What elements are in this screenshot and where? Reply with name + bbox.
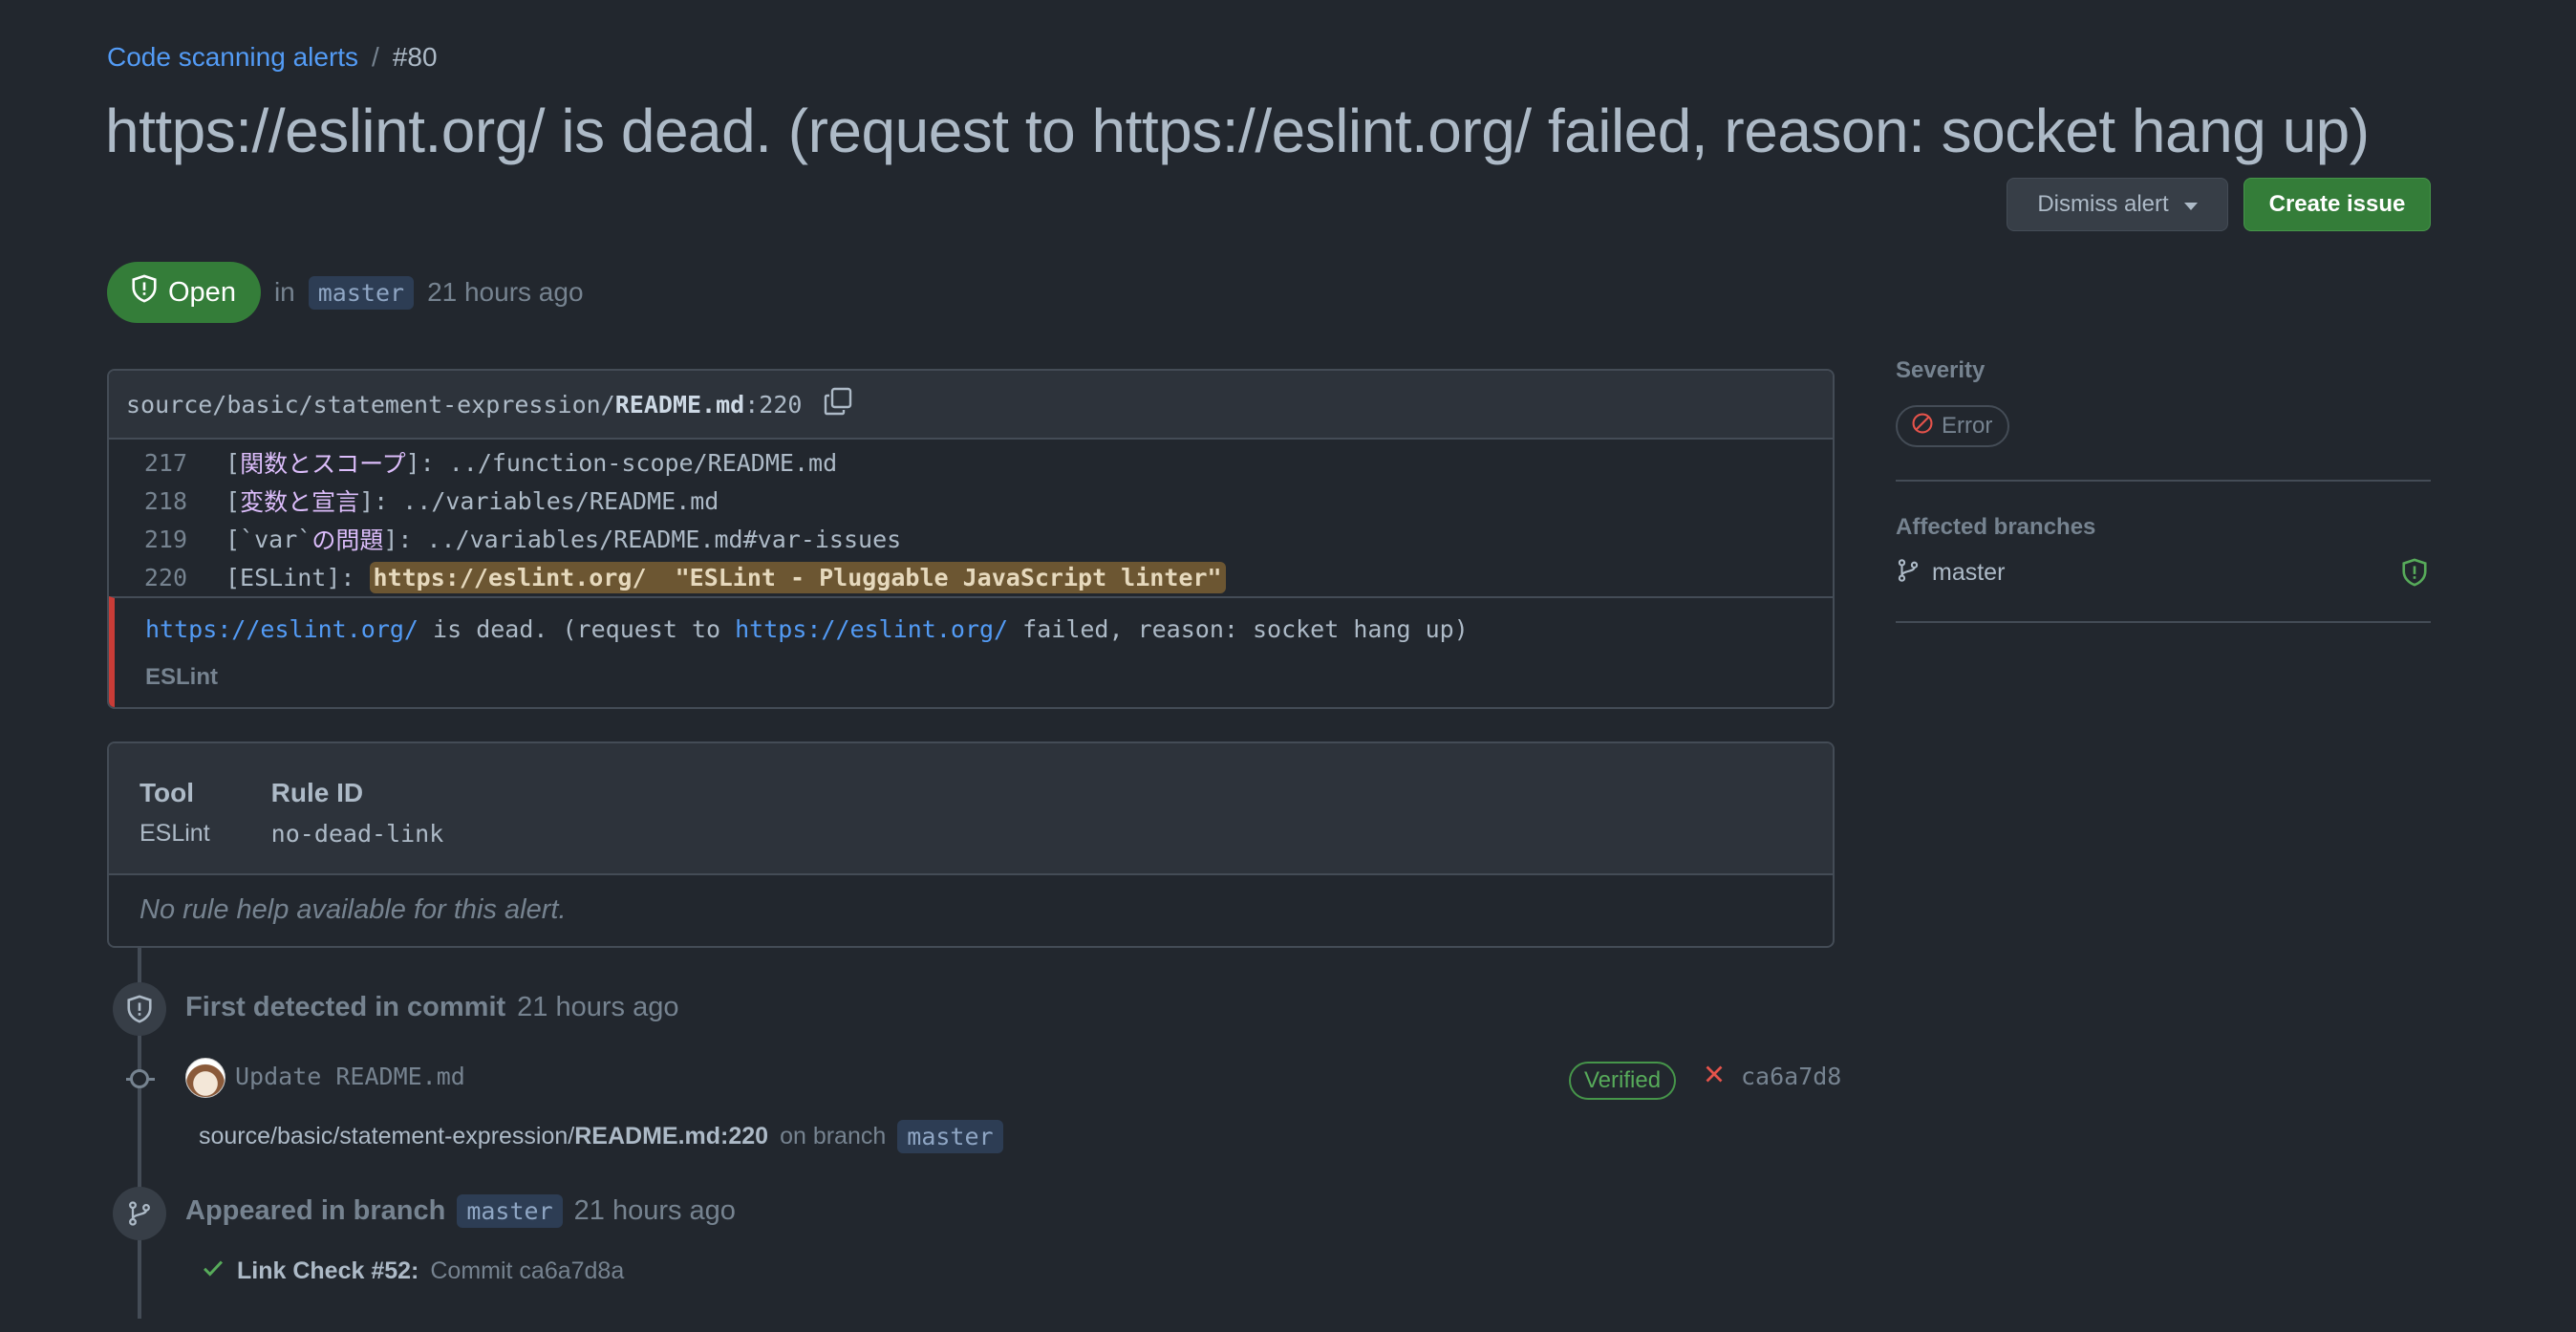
alert-text: is dead. (request to bbox=[418, 615, 736, 643]
shield-alert-icon bbox=[130, 274, 159, 311]
status-time: 21 hours ago bbox=[427, 277, 584, 307]
code-text: ]: ../function-scope/README.md bbox=[405, 448, 838, 477]
code-file-path[interactable]: source/basic/statement-expression/README… bbox=[126, 391, 802, 419]
shield-icon bbox=[113, 982, 166, 1036]
status-label: Open bbox=[168, 276, 236, 308]
affected-branches-label: Affected branches bbox=[1896, 514, 2096, 540]
appeared-in-branch-event: Appeared in branch master 21 hours ago bbox=[185, 1194, 736, 1228]
alert-link-2[interactable]: https://eslint.org/ bbox=[735, 615, 1008, 643]
location-path-file: README.md:220 bbox=[574, 1123, 769, 1149]
commit-status: ca6a7d8 bbox=[1703, 1063, 1841, 1090]
commit-message[interactable]: Update README.md bbox=[235, 1063, 465, 1090]
link-check-name[interactable]: Link Check #52: bbox=[237, 1257, 419, 1285]
commit-dot-icon bbox=[130, 1069, 149, 1088]
shield-alert-icon bbox=[2400, 558, 2429, 591]
breadcrumb: Code scanning alerts / #80 bbox=[107, 42, 438, 73]
breadcrumb-separator: / bbox=[372, 42, 379, 72]
line-number: 218 bbox=[143, 486, 187, 515]
affected-branch-item[interactable]: master bbox=[1896, 558, 2005, 588]
location-on-branch: on branch bbox=[780, 1123, 887, 1149]
affected-branch-name: master bbox=[1932, 559, 2006, 586]
rule-id-header: Rule ID bbox=[270, 778, 364, 807]
code-file-name: README.md bbox=[614, 390, 745, 419]
code-lines: 217 [関数とスコープ]: ../function-scope/README.… bbox=[109, 440, 1833, 596]
stop-icon bbox=[1911, 412, 1934, 441]
location-path-prefix: source/basic/statement-expression/ bbox=[199, 1123, 575, 1149]
code-file-path-prefix: source/basic/statement-expression/ bbox=[126, 390, 615, 419]
location-path[interactable]: source/basic/statement-expression/README… bbox=[199, 1123, 768, 1150]
line-number: 217 bbox=[143, 448, 187, 477]
rule-info-header: Tool ESLint Rule ID no-dead-link bbox=[109, 743, 1833, 875]
verified-badge[interactable]: Verified bbox=[1569, 1062, 1677, 1100]
tool-value: ESLint bbox=[140, 820, 210, 847]
severity-value: Error bbox=[1942, 413, 1993, 439]
line-number: 219 bbox=[143, 525, 187, 553]
avatar[interactable] bbox=[185, 1058, 225, 1098]
sidebar-divider bbox=[1896, 480, 2431, 482]
appeared-label: Appeared in branch bbox=[185, 1195, 446, 1226]
x-icon[interactable] bbox=[1703, 1063, 1726, 1090]
link-check-item: Link Check #52: Commit ca6a7d8a bbox=[201, 1256, 624, 1287]
code-file-header: source/basic/statement-expression/README… bbox=[109, 371, 1833, 440]
code-line-220: 220 [ESLint]: https://eslint.org/ "ESLin… bbox=[109, 558, 1833, 596]
line-number: 220 bbox=[143, 563, 187, 591]
code-text: [ESLint]: bbox=[225, 563, 370, 591]
rule-info-panel: Tool ESLint Rule ID no-dead-link No rule… bbox=[107, 741, 1835, 948]
code-line-217: 217 [関数とスコープ]: ../function-scope/README.… bbox=[109, 443, 1833, 482]
code-text: 関数とスコープ bbox=[240, 450, 406, 478]
status-in-text: in bbox=[273, 277, 295, 307]
breadcrumb-alert-number: #80 bbox=[392, 42, 438, 72]
appeared-branch-tag[interactable]: master bbox=[457, 1194, 563, 1228]
status-branch-tag[interactable]: master bbox=[308, 275, 415, 310]
alert-link-1[interactable]: https://eslint.org/ bbox=[145, 615, 419, 643]
link-check-detail: Commit ca6a7d8a bbox=[430, 1257, 625, 1284]
create-issue-button[interactable]: Create issue bbox=[2243, 178, 2431, 231]
appeared-time: 21 hours ago bbox=[573, 1195, 736, 1226]
commit-location: source/basic/statement-expression/README… bbox=[199, 1120, 1003, 1153]
highlighted-code: https://eslint.org/ "ESLint - Pluggable … bbox=[369, 561, 1226, 593]
dismiss-alert-button[interactable]: Dismiss alert bbox=[2007, 178, 2228, 231]
location-branch-tag[interactable]: master bbox=[897, 1120, 1003, 1153]
code-file-line: :220 bbox=[744, 390, 803, 419]
alert-tool-name: ESLint bbox=[145, 664, 218, 690]
code-snippet-panel: source/basic/statement-expression/README… bbox=[107, 369, 1835, 709]
code-text: 変数と宣言 bbox=[240, 488, 360, 516]
severity-label: Severity bbox=[1896, 357, 1986, 383]
tool-column: Tool ESLint bbox=[140, 778, 210, 873]
first-detected-event: First detected in commit 21 hours ago bbox=[185, 992, 678, 1023]
code-text: ]: ../variables/README.md#var-issues bbox=[383, 525, 902, 553]
severity-badge: Error bbox=[1896, 405, 2010, 447]
breadcrumb-code-scanning-link[interactable]: Code scanning alerts bbox=[107, 42, 358, 73]
code-text: [`var` bbox=[225, 525, 312, 553]
page-title: https://eslint.org/ is dead. (request to… bbox=[105, 97, 2370, 165]
rule-help-text: No rule help available for this alert. bbox=[140, 894, 567, 925]
first-detected-time: 21 hours ago bbox=[517, 992, 679, 1022]
caret-down-icon bbox=[2183, 202, 2198, 210]
alert-message-box: https://eslint.org/ is dead. (request to… bbox=[109, 596, 1833, 707]
commit-sha[interactable]: ca6a7d8 bbox=[1741, 1063, 1841, 1090]
sidebar-divider bbox=[1896, 621, 2431, 623]
rule-id-value: no-dead-link bbox=[270, 820, 444, 848]
alert-text: failed, reason: socket hang up) bbox=[1008, 615, 1469, 643]
tool-header: Tool bbox=[140, 778, 195, 807]
first-detected-label: First detected in commit bbox=[185, 992, 506, 1022]
code-text: の問題 bbox=[311, 526, 384, 554]
code-line-219: 219 [`var` の問題]: ../variables/README.md#v… bbox=[109, 520, 1833, 558]
code-text: [ bbox=[225, 486, 241, 515]
check-icon bbox=[201, 1256, 225, 1287]
code-text: ]: ../variables/README.md bbox=[359, 486, 719, 515]
status-badge: Open bbox=[107, 262, 261, 323]
git-branch-icon bbox=[1896, 558, 1921, 588]
git-branch-icon bbox=[113, 1187, 166, 1240]
alert-message: https://eslint.org/ is dead. (request to… bbox=[145, 615, 1833, 643]
dismiss-alert-label: Dismiss alert bbox=[2037, 191, 2169, 217]
code-line-218: 218 [変数と宣言]: ../variables/README.md bbox=[109, 482, 1833, 520]
code-text: [ bbox=[225, 448, 241, 477]
rule-column: Rule ID no-dead-link bbox=[271, 778, 444, 873]
alert-status-row: Open in master 21 hours ago bbox=[107, 262, 584, 323]
copy-icon[interactable] bbox=[823, 386, 853, 422]
